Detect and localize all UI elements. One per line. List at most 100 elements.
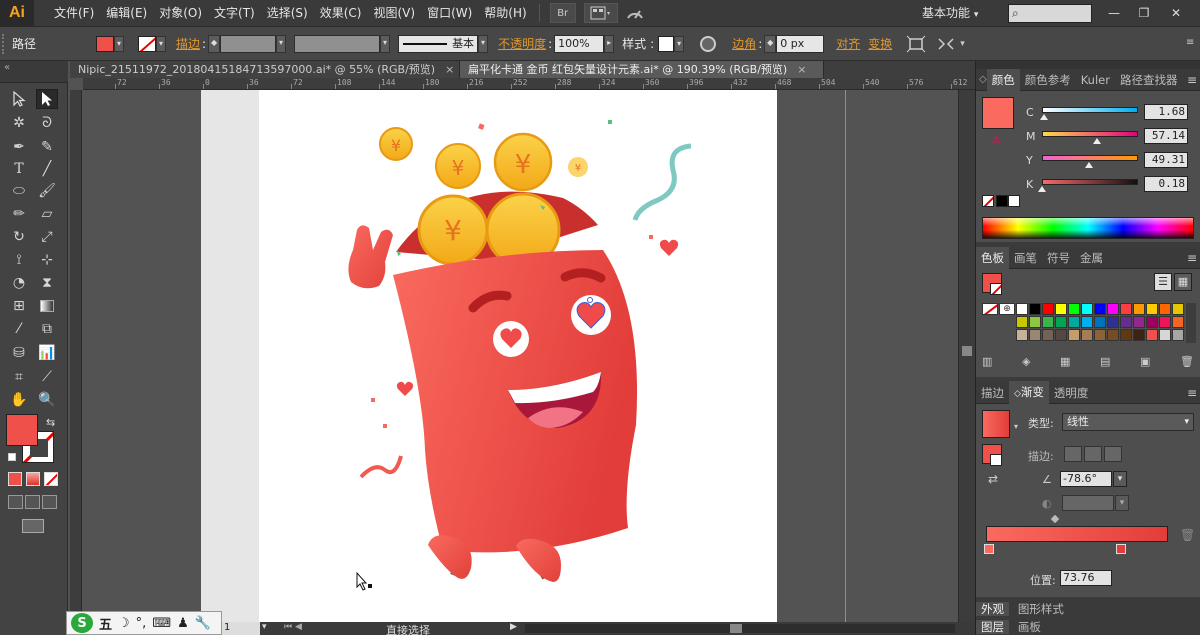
delete-stop-icon[interactable]: 🗑 <box>1180 528 1195 542</box>
graphic-style-swatch[interactable] <box>658 35 675 52</box>
slider-track[interactable] <box>1042 155 1138 161</box>
midpoint-diamond[interactable] <box>1050 514 1060 524</box>
mesh-tool[interactable]: ⊞ <box>8 296 30 316</box>
opacity-arrow[interactable]: ▸ <box>604 34 615 53</box>
swatch-none[interactable] <box>982 303 998 315</box>
horizontal-scrollbar[interactable] <box>525 624 955 633</box>
vertical-ruler[interactable] <box>70 90 82 622</box>
color-swatch[interactable] <box>1068 329 1080 341</box>
color-swatch[interactable] <box>1133 329 1145 341</box>
paintbrush-tool[interactable]: 🖌 <box>36 181 58 201</box>
aspect-ratio-field[interactable] <box>1062 495 1114 511</box>
tab-graphic-styles[interactable]: 图形样式 <box>1013 602 1069 616</box>
color-swatch[interactable] <box>1029 329 1041 341</box>
color-swatch[interactable] <box>1094 316 1106 328</box>
tab-layers[interactable]: 图层 <box>976 620 1009 634</box>
play-arrow-icon[interactable]: ▶ <box>510 622 517 632</box>
sogou-logo[interactable]: S <box>71 613 93 633</box>
panel-menu-icon[interactable]: ≡ <box>1187 386 1197 400</box>
slider-value-field[interactable]: 1.68 <box>1144 104 1188 120</box>
menu-help[interactable]: 帮助(H) <box>478 0 532 27</box>
lasso-tool[interactable]: ᘐ <box>36 113 58 133</box>
zoom-tool[interactable]: 🔍 <box>36 390 58 410</box>
color-swatch[interactable] <box>1133 316 1145 328</box>
slider-value-field[interactable]: 49.31 <box>1144 152 1188 168</box>
color-swatch[interactable] <box>1120 303 1132 315</box>
collapse-icon[interactable]: « <box>4 62 10 73</box>
direct-selection-tool[interactable] <box>36 89 58 109</box>
swatch-libraries-icon[interactable]: ▥ <box>982 355 992 373</box>
slider-track[interactable] <box>1042 107 1138 113</box>
color-swatch[interactable] <box>1107 303 1119 315</box>
fill-color-swatch[interactable] <box>96 35 114 52</box>
type-tool[interactable]: T <box>8 159 30 179</box>
corner-panel-link[interactable]: 边角 <box>732 35 756 52</box>
distribute-icon[interactable] <box>936 35 956 53</box>
menu-window[interactable]: 窗口(W) <box>421 0 478 27</box>
menu-object[interactable]: 对象(O) <box>153 0 208 27</box>
artboard-canvas[interactable]: ¥ ¥ ¥ ¥ ¥ <box>83 90 958 622</box>
tab-brushes[interactable]: 画笔 <box>1009 247 1042 269</box>
stroke-across-icon[interactable] <box>1104 446 1122 462</box>
artboard-tool[interactable]: ⌗ <box>8 367 30 387</box>
tab-gradient[interactable]: ◇渐变 <box>1009 380 1049 405</box>
new-swatch-icon[interactable]: ▣ <box>1140 355 1150 373</box>
color-swatch[interactable] <box>1068 303 1080 315</box>
angle-dropdown[interactable]: ▾ <box>1113 471 1127 487</box>
color-spectrum-bar[interactable] <box>982 217 1194 239</box>
corner-radius-field[interactable]: 0 px <box>776 34 825 53</box>
white-color-button[interactable] <box>1008 195 1020 207</box>
tab-transparency[interactable]: 透明度 <box>1049 382 1094 404</box>
tab-color-guide[interactable]: 颜色参考 <box>1020 69 1076 91</box>
perspective-grid-tool[interactable]: ⧗ <box>36 273 58 293</box>
recolor-artwork-icon[interactable] <box>700 35 717 52</box>
color-swatch[interactable] <box>1120 316 1132 328</box>
variable-width-profile[interactable] <box>294 34 381 53</box>
color-swatch[interactable] <box>1042 329 1054 341</box>
swap-fill-stroke-icon[interactable]: ⇆ <box>46 416 55 429</box>
slider-thumb[interactable] <box>1092 138 1101 144</box>
color-swatch[interactable] <box>1094 303 1106 315</box>
opacity-field[interactable]: 100% <box>554 34 605 53</box>
color-swatch[interactable] <box>1146 329 1158 341</box>
tab-symbols[interactable]: 符号 <box>1042 247 1075 269</box>
bridge-button[interactable]: Br <box>549 3 576 23</box>
slider-track[interactable] <box>1042 131 1138 137</box>
gradient-stop-right[interactable] <box>1116 544 1126 554</box>
gradient-stroke-box[interactable] <box>990 454 1002 466</box>
draw-normal-icon[interactable] <box>8 495 23 509</box>
black-color-button[interactable] <box>996 195 1008 207</box>
color-swatch[interactable] <box>1172 316 1184 328</box>
transform-panel-link[interactable]: 变换 <box>868 35 892 52</box>
scroll-thumb[interactable] <box>962 346 972 356</box>
tab-red-envelope-document[interactable]: 扁平化卡通 金币 红包矢量设计元素.ai* @ 190.39% (RGB/预览)… <box>460 61 824 78</box>
slider-thumb[interactable] <box>1038 186 1046 192</box>
rotate-tool[interactable]: ↻ <box>8 227 30 247</box>
punctuation-icon[interactable]: °, <box>136 616 147 631</box>
swatch-stroke-preview[interactable] <box>990 283 1002 295</box>
color-swatch[interactable] <box>1081 303 1093 315</box>
color-swatch[interactable] <box>1016 303 1028 315</box>
opacity-panel-link[interactable]: 不透明度 <box>498 35 546 52</box>
list-view-icon[interactable]: ☰ <box>1154 273 1172 291</box>
stroke-weight-dropdown[interactable]: ▾ <box>276 34 287 53</box>
gradient-mode-button[interactable] <box>26 472 40 486</box>
slider-thumb[interactable] <box>1085 162 1094 168</box>
menu-file[interactable]: 文件(F) <box>48 0 100 27</box>
stroke-dropdown[interactable]: ▾ <box>156 35 166 52</box>
color-swatch[interactable] <box>1042 316 1054 328</box>
scale-tool[interactable]: ⤢ <box>36 227 58 247</box>
keyboard-icon[interactable]: ⌨ <box>152 616 171 631</box>
hand-tool[interactable]: ✋ <box>8 390 30 410</box>
color-swatch[interactable] <box>1042 303 1054 315</box>
color-swatch[interactable] <box>1016 329 1028 341</box>
color-swatch[interactable] <box>1094 329 1106 341</box>
color-swatch[interactable] <box>1159 316 1171 328</box>
minimize-button[interactable]: — <box>1100 3 1128 23</box>
color-swatch[interactable] <box>1120 329 1132 341</box>
tab-color[interactable]: 颜色 <box>986 68 1020 91</box>
restore-button[interactable]: ❐ <box>1130 3 1158 23</box>
color-swatch[interactable] <box>1029 303 1041 315</box>
none-color-button[interactable] <box>982 195 994 207</box>
color-swatch[interactable] <box>1068 316 1080 328</box>
